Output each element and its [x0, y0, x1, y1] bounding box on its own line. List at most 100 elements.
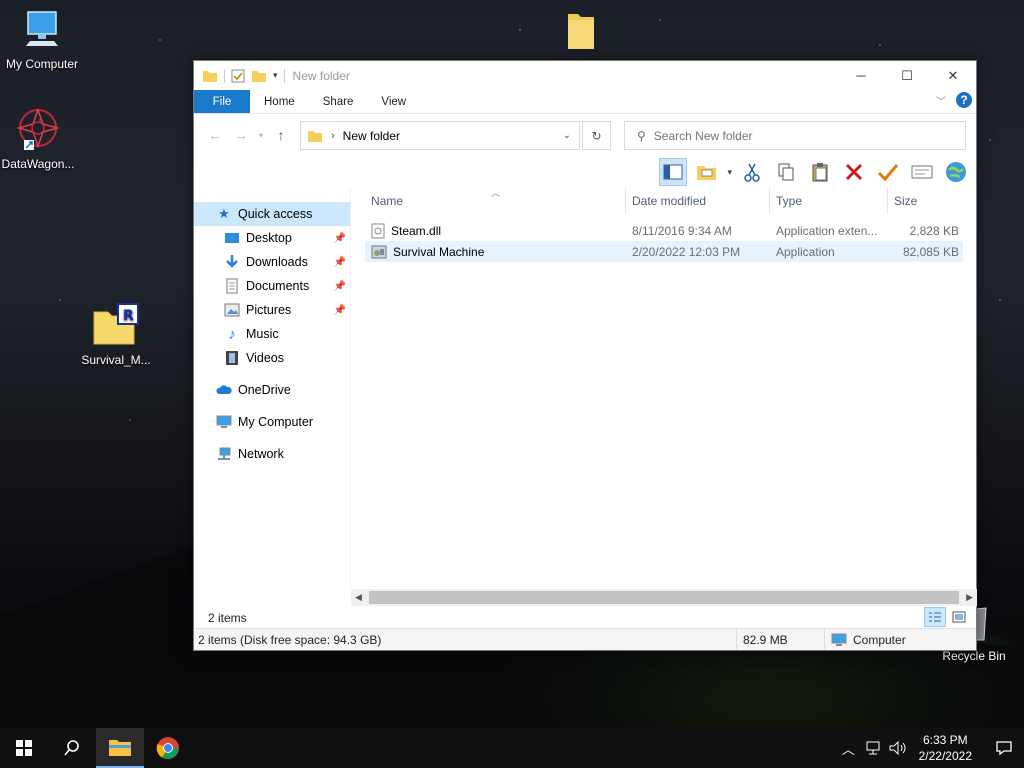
close-button[interactable]: ✕ — [930, 61, 976, 90]
horizontal-scrollbar[interactable]: ◀ ▶ — [351, 589, 977, 606]
computer-icon — [216, 414, 232, 430]
tab-view[interactable]: View — [367, 90, 420, 113]
maximize-button[interactable]: ☐ — [884, 61, 930, 90]
refresh-button[interactable]: ↻ — [582, 121, 611, 150]
minimize-button[interactable]: ─ — [838, 61, 884, 90]
nav-quick-access[interactable]: ★ Quick access — [194, 202, 350, 226]
breadcrumb-separator-icon[interactable]: › — [331, 130, 335, 142]
file-type: Application exten... — [776, 223, 878, 238]
paste-button[interactable] — [806, 158, 834, 186]
copy-button[interactable] — [772, 158, 800, 186]
scroll-right-icon[interactable]: ▶ — [966, 592, 973, 603]
show-hidden-icons-icon[interactable]: ︿ — [842, 739, 855, 758]
nav-label: OneDrive — [238, 383, 291, 397]
up-button[interactable]: ↑ — [268, 127, 294, 143]
file-size: 2,828 KB — [909, 223, 959, 238]
delete-x-icon — [845, 163, 863, 181]
file-row[interactable]: Steam.dll 8/11/2016 9:34 AM Application … — [365, 220, 963, 241]
search-input[interactable] — [653, 128, 934, 143]
folder-icon[interactable] — [202, 69, 218, 83]
pin-icon[interactable]: 📌 — [334, 281, 346, 292]
nav-label: Music — [246, 327, 279, 341]
nav-label: Pictures — [246, 303, 292, 317]
action-center-button[interactable] — [984, 728, 1024, 768]
expand-ribbon-icon[interactable]: ﹀ — [936, 93, 946, 108]
address-bar[interactable]: › New folder ⌄ — [300, 121, 580, 150]
column-header-type[interactable]: Type — [770, 188, 888, 214]
nav-network[interactable]: Network — [194, 442, 350, 466]
delete-button[interactable] — [840, 158, 868, 186]
tab-share[interactable]: Share — [309, 90, 368, 113]
qat-dropdown-icon[interactable]: ▾ — [273, 70, 278, 81]
nav-pictures[interactable]: Pictures 📌 — [194, 298, 350, 322]
title-bar: ▾ New folder ─ ☐ ✕ — [194, 61, 976, 90]
views-dropdown-icon[interactable]: ▾ — [727, 167, 732, 178]
pin-icon[interactable]: 📌 — [334, 257, 346, 268]
datawagon-logo-icon — [16, 107, 60, 150]
desktop-icon-label: DataWagon... — [1, 157, 75, 171]
clipboard-icon — [812, 163, 828, 182]
command-toolbar: ▾ — [194, 156, 976, 188]
desktop-icon-datawagon[interactable]: DataWagon... — [0, 106, 80, 171]
file-row[interactable]: Survival Machine 2/20/2022 12:03 PM Appl… — [365, 241, 963, 262]
nav-label: Network — [238, 447, 284, 461]
nav-videos[interactable]: Videos — [194, 346, 350, 370]
world-button[interactable] — [942, 158, 970, 186]
search-box[interactable]: ⚲ — [624, 121, 966, 150]
ribbon-tabs: File Home Share View ﹀ ? — [194, 90, 976, 114]
column-header-date[interactable]: Date modified — [626, 188, 770, 214]
properties-icon[interactable] — [231, 69, 245, 83]
cut-button[interactable] — [738, 158, 766, 186]
application-icon — [371, 245, 387, 258]
pin-icon[interactable]: 📌 — [334, 233, 346, 244]
nav-music[interactable]: ♪ Music — [194, 322, 350, 346]
details-view-button[interactable] — [924, 607, 946, 627]
folder-icon — [308, 130, 322, 142]
address-dropdown-icon[interactable]: ⌄ — [563, 130, 571, 141]
preview-pane-button[interactable] — [659, 158, 688, 186]
column-header-name[interactable]: Name — [365, 188, 626, 214]
recent-locations-button[interactable]: ▾ — [254, 131, 268, 140]
desktop-icon-my-computer[interactable]: My Computer — [0, 8, 84, 71]
nav-downloads[interactable]: Downloads 📌 — [194, 250, 350, 274]
help-icon[interactable]: ? — [956, 92, 972, 108]
copy-icon — [778, 163, 794, 181]
desktop-icon-survival-archive[interactable]: R Survival_M... — [74, 302, 158, 367]
taskbar-chrome[interactable] — [144, 728, 192, 768]
desktop-icon — [224, 230, 240, 246]
scroll-left-icon[interactable]: ◀ — [355, 592, 362, 603]
network-status-icon[interactable] — [865, 741, 881, 755]
volume-icon[interactable] — [889, 741, 907, 755]
pin-icon[interactable]: 📌 — [334, 305, 346, 316]
nav-onedrive[interactable]: OneDrive — [194, 378, 350, 402]
dll-file-icon — [371, 223, 385, 238]
tab-home[interactable]: Home — [250, 90, 309, 113]
desktop-folder-icon[interactable] — [564, 10, 598, 55]
change-view-button[interactable] — [693, 158, 721, 186]
start-button[interactable] — [0, 728, 48, 768]
large-icons-view-button[interactable] — [948, 607, 970, 627]
breadcrumb-current[interactable]: New folder — [343, 129, 400, 143]
cloud-icon — [216, 382, 232, 398]
disk-free-space: 2 items (Disk free space: 94.3 GB) — [194, 629, 737, 650]
rename-confirm-button[interactable] — [874, 158, 902, 186]
pane-layout-icon — [663, 164, 683, 180]
thumbnail-view-icon — [952, 611, 966, 623]
nav-documents[interactable]: Documents 📌 — [194, 274, 350, 298]
properties-button[interactable] — [908, 158, 936, 186]
scrollbar-thumb[interactable] — [369, 591, 959, 604]
nav-my-computer[interactable]: My Computer — [194, 410, 350, 434]
forward-button[interactable]: → — [228, 127, 254, 143]
search-button[interactable] — [48, 728, 96, 768]
column-header-size[interactable]: Size — [888, 188, 968, 214]
nav-desktop[interactable]: Desktop 📌 — [194, 226, 350, 250]
clock[interactable]: 6:33 PM 2/22/2022 — [919, 732, 972, 764]
file-date: 8/11/2016 9:34 AM — [632, 223, 732, 238]
taskbar-file-explorer[interactable] — [96, 728, 144, 768]
back-button[interactable]: ← — [202, 127, 228, 143]
tab-file[interactable]: File — [194, 90, 250, 113]
new-folder-icon[interactable] — [251, 69, 267, 83]
main-content: ★ Quick access Desktop 📌 Downloads 📌 Doc… — [194, 188, 976, 588]
search-icon: ⚲ — [637, 128, 646, 143]
checkmark-icon — [877, 164, 899, 182]
